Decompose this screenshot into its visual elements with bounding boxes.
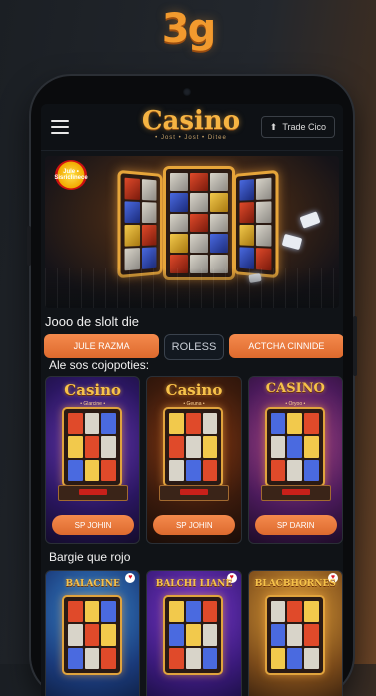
slot-machine-art [62, 407, 122, 487]
promo-badge: Jule • Sisriclinece [54, 160, 88, 190]
game-card-row: ♥ BALACINE ♥ BALCHI LIANE ♥ BLACBHORNES [45, 570, 343, 696]
game-card[interactable]: Casino • Geuna • SP JOHIN [146, 376, 242, 544]
slot-machine-center [163, 166, 235, 280]
game-card[interactable]: Casino • Glarcine • SP JOHIN [45, 376, 141, 544]
power-button [353, 316, 357, 376]
slot-machine-left [117, 169, 163, 279]
game-card-row: Casino • Glarcine • SP JOHIN Casino • Ge… [45, 376, 343, 544]
play-button[interactable]: SP JOHIN [52, 515, 134, 535]
game-card[interactable]: ♥ BALACINE [45, 570, 141, 696]
flying-card [281, 233, 303, 251]
casino-logo[interactable]: Casino • Jost • Jost • Ditee [121, 108, 261, 141]
trade-button[interactable]: ⬆ Trade Cico [260, 116, 335, 138]
play-button[interactable]: SP JOHIN [153, 515, 236, 535]
filter-button-2[interactable]: ROLESS [164, 334, 224, 360]
game-card-title: BALCHI LIANE [155, 579, 233, 589]
front-camera [183, 88, 191, 96]
arrow-up-icon: ⬆ [269, 121, 278, 132]
trade-button-label: Trade Cico [282, 122, 326, 132]
logo-text: Casino [141, 106, 241, 136]
filter-buttons: JULE RAZMA ROLESS ACTCHA CINNIDE [44, 334, 343, 360]
filter-button-3[interactable]: ACTCHA CINNIDE [228, 334, 343, 358]
game-card[interactable]: CASINO • Oryoo • SP DARIN [247, 376, 343, 544]
slot-machine-art [163, 595, 224, 675]
slot-machine-art [163, 407, 224, 487]
slot-base [159, 485, 230, 501]
game-card-title: CASINO [265, 381, 325, 396]
slot-base [260, 485, 331, 501]
game-card-title: BALACINE [65, 579, 120, 589]
flying-card [299, 211, 321, 229]
game-card-title: BLACBHORNES [254, 579, 336, 589]
hero-title: Jooo de slolt die [45, 314, 139, 329]
section-title: Ale sos cojopoties: [49, 358, 150, 372]
slot-machine-right [233, 169, 279, 279]
slot-machine-art [62, 595, 122, 675]
filter-button-1[interactable]: JULE RAZMA [44, 334, 160, 358]
hero-banner[interactable]: Jule • Sisriclinece [45, 156, 339, 308]
hero-floor [45, 268, 339, 308]
game-card-title: Casino [64, 381, 122, 399]
game-card-title: Casino [165, 381, 223, 399]
game-card[interactable]: ♥ BLACBHORNES [247, 570, 343, 696]
phone-frame: Casino • Jost • Jost • Ditee ⬆ Trade Cic… [27, 76, 357, 696]
app-screen: Casino • Jost • Jost • Ditee ⬆ Trade Cic… [41, 104, 343, 696]
game-card[interactable]: ♥ BALCHI LIANE [146, 570, 242, 696]
play-button[interactable]: SP DARIN [254, 515, 337, 535]
slot-base [58, 485, 128, 501]
app-header: Casino • Jost • Jost • Ditee ⬆ Trade Cic… [41, 104, 343, 151]
hamburger-menu-icon[interactable] [51, 120, 69, 134]
slot-machine-art [264, 595, 325, 675]
brand-logo: 3g [161, 6, 216, 52]
volume-button [27, 226, 31, 266]
slot-machine-art [264, 407, 325, 487]
section-title: Bargie que rojo [49, 550, 131, 564]
